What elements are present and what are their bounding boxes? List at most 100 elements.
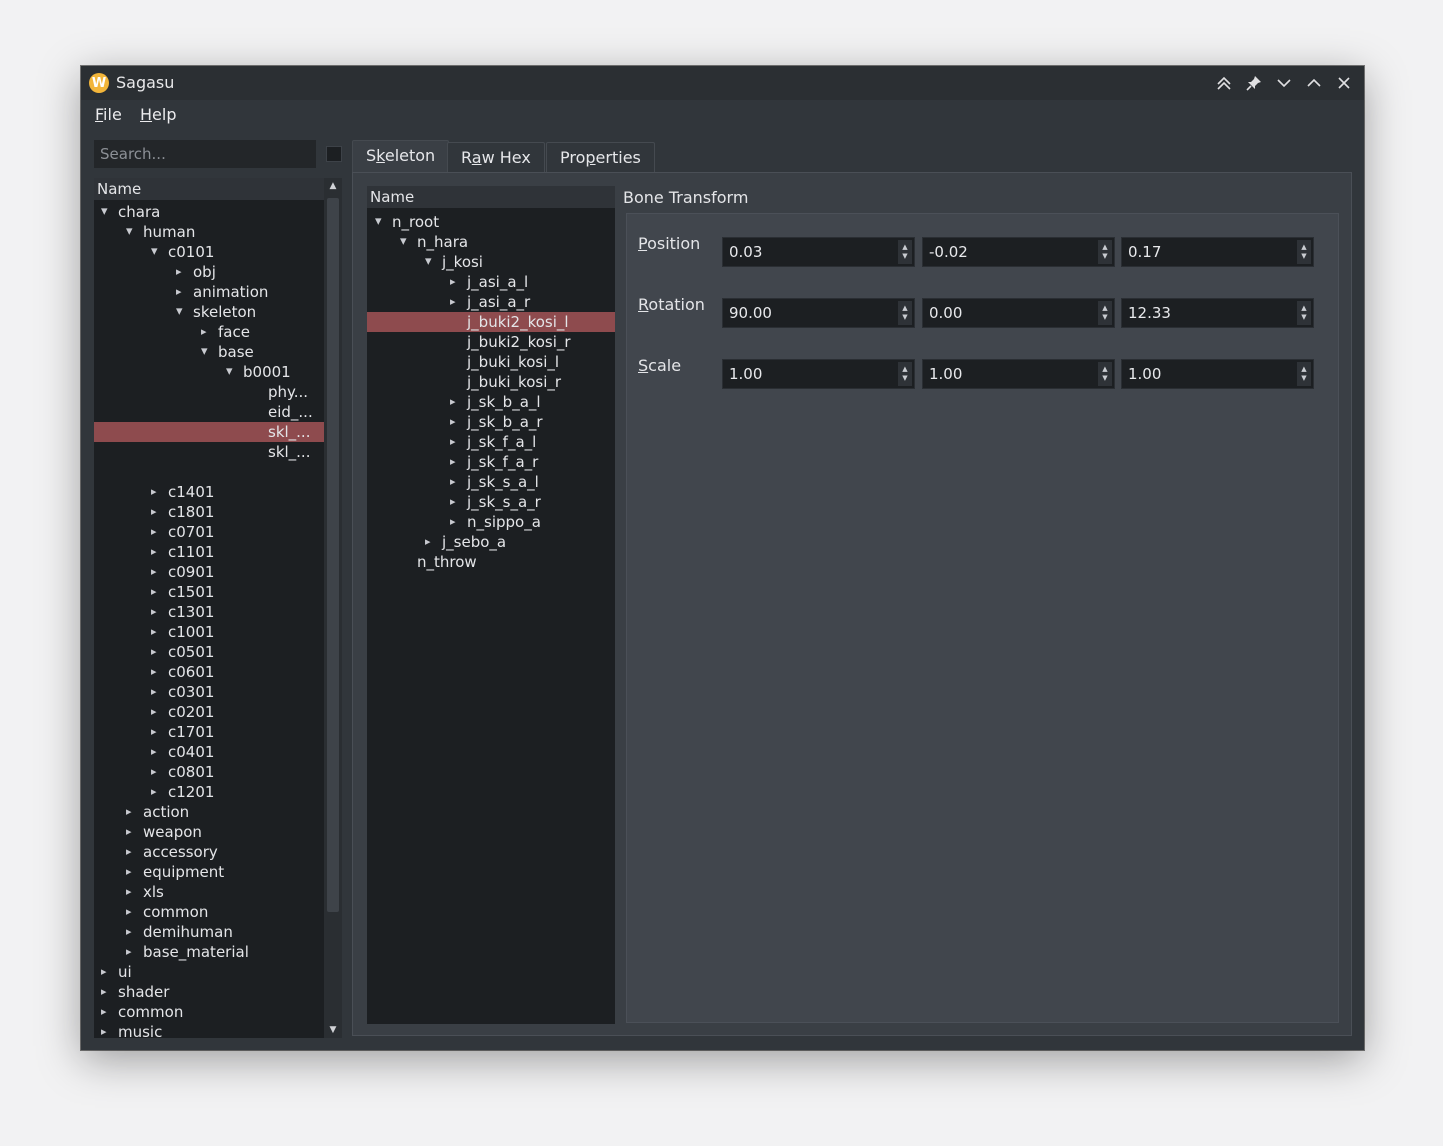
collapsed-arrow-icon[interactable]: ▸ — [151, 642, 157, 662]
skeleton-tree[interactable]: Name ▾ n_root ▾ n_hara ▾ j_kosi ▸ j_asi_a_l ▸ j_a… — [367, 186, 615, 1024]
tab-skeleton[interactable]: Skeleton — [352, 140, 450, 172]
skeleton-tree-row[interactable]: ▸ j_sk_b_a_r — [367, 412, 615, 432]
skeleton-tree-row[interactable]: j_buki_kosi_r — [367, 372, 615, 392]
skeleton-tree-row[interactable]: ▸ j_sk_f_a_r — [367, 452, 615, 472]
file-tree-row[interactable]: ▸ c0401 — [94, 742, 324, 762]
collapsed-arrow-icon[interactable]: ▸ — [151, 682, 157, 702]
skeleton-tree-row[interactable]: j_buki2_kosi_l — [367, 312, 615, 332]
collapsed-arrow-icon[interactable]: ▸ — [151, 482, 157, 502]
spin-down-icon[interactable]: ▼ — [902, 313, 907, 322]
collapsed-arrow-icon[interactable]: ▸ — [450, 432, 456, 452]
search-input[interactable] — [94, 140, 316, 168]
collapsed-arrow-icon[interactable]: ▸ — [126, 882, 132, 902]
collapsed-arrow-icon[interactable]: ▸ — [101, 982, 107, 1002]
position-x-spinbox[interactable]: ▲▼ — [722, 237, 915, 267]
expanded-arrow-icon[interactable]: ▾ — [126, 222, 133, 242]
position-z-input[interactable] — [1122, 238, 1304, 266]
spin-buttons[interactable]: ▲ ▼ — [1098, 240, 1112, 264]
collapsed-arrow-icon[interactable]: ▸ — [151, 542, 157, 562]
skeleton-tree-row[interactable]: ▸ j_sk_b_a_l — [367, 392, 615, 412]
spin-buttons[interactable]: ▲ ▼ — [1297, 240, 1311, 264]
file-tree-row[interactable]: ▸ common — [94, 902, 324, 922]
collapsed-arrow-icon[interactable]: ▸ — [450, 292, 456, 312]
file-tree-row[interactable]: ▸ c1801 — [94, 502, 324, 522]
skeleton-tree-row[interactable]: j_buki_kosi_l — [367, 352, 615, 372]
file-tree-row[interactable]: ▸ obj — [94, 262, 324, 282]
spin-down-icon[interactable]: ▼ — [902, 252, 907, 261]
keep-above-button[interactable] — [1212, 71, 1236, 95]
rotation-x-spinbox[interactable]: ▲▼ — [722, 298, 915, 328]
spin-buttons[interactable]: ▲ ▼ — [898, 301, 912, 325]
collapsed-arrow-icon[interactable]: ▸ — [151, 622, 157, 642]
scroll-down-icon[interactable]: ▼ — [324, 1022, 342, 1038]
expanded-arrow-icon[interactable]: ▾ — [400, 232, 407, 252]
file-tree-row[interactable]: ▸ base_material — [94, 942, 324, 962]
rotation-z-spinbox[interactable]: ▲▼ — [1121, 298, 1314, 328]
collapsed-arrow-icon[interactable]: ▸ — [151, 722, 157, 742]
file-tree-row[interactable]: ▸ demihuman — [94, 922, 324, 942]
collapsed-arrow-icon[interactable]: ▸ — [151, 742, 157, 762]
file-tree-row[interactable]: ▸ common — [94, 1002, 324, 1022]
file-tree-row[interactable]: ▸ c1301 — [94, 602, 324, 622]
file-tree-header[interactable]: Name — [94, 178, 324, 200]
expanded-arrow-icon[interactable]: ▾ — [176, 302, 183, 322]
collapsed-arrow-icon[interactable]: ▸ — [126, 922, 132, 942]
file-tree-row[interactable]: ▸ c0901 — [94, 562, 324, 582]
collapsed-arrow-icon[interactable]: ▸ — [126, 802, 132, 822]
spin-down-icon[interactable]: ▼ — [1301, 374, 1306, 383]
spin-up-icon[interactable]: ▲ — [1102, 304, 1107, 313]
file-tree-row[interactable]: ▾ c0101 — [94, 242, 324, 262]
skeleton-tree-row[interactable]: ▾ n_hara — [367, 232, 615, 252]
file-tree-row[interactable]: ▸ face — [94, 322, 324, 342]
file-tree-row[interactable]: ▸ c1001 — [94, 622, 324, 642]
position-y-input[interactable] — [923, 238, 1105, 266]
position-z-spinbox[interactable]: ▲▼ — [1121, 237, 1314, 267]
spin-buttons[interactable]: ▲ ▼ — [1297, 301, 1311, 325]
spin-up-icon[interactable]: ▲ — [1301, 304, 1306, 313]
collapsed-arrow-icon[interactable]: ▸ — [450, 392, 456, 412]
spin-up-icon[interactable]: ▲ — [902, 304, 907, 313]
expanded-arrow-icon[interactable]: ▾ — [375, 212, 382, 232]
file-tree-row[interactable]: ▾ b0001 — [94, 362, 324, 382]
pin-button[interactable] — [1242, 71, 1266, 95]
collapsed-arrow-icon[interactable]: ▸ — [126, 942, 132, 962]
spin-down-icon[interactable]: ▼ — [902, 374, 907, 383]
file-tree-row[interactable]: ▸ c0501 — [94, 642, 324, 662]
collapsed-arrow-icon[interactable]: ▸ — [151, 662, 157, 682]
file-tree-row[interactable]: ▸ c1701 — [94, 722, 324, 742]
skeleton-tree-row[interactable]: ▾ j_kosi — [367, 252, 615, 272]
collapsed-arrow-icon[interactable]: ▸ — [126, 822, 132, 842]
collapsed-arrow-icon[interactable]: ▸ — [151, 562, 157, 582]
collapsed-arrow-icon[interactable]: ▸ — [425, 532, 431, 552]
collapsed-arrow-icon[interactable]: ▸ — [450, 452, 456, 472]
file-tree-row[interactable]: ▾ chara — [94, 202, 324, 222]
rotation-z-input[interactable] — [1122, 299, 1304, 327]
scale-z-spinbox[interactable]: ▲▼ — [1121, 359, 1314, 389]
scale-y-spinbox[interactable]: ▲▼ — [922, 359, 1115, 389]
skeleton-tree-row[interactable]: n_throw — [367, 552, 615, 572]
title-bar[interactable]: W Sagasu — [81, 66, 1364, 100]
spin-buttons[interactable]: ▲ ▼ — [1098, 362, 1112, 386]
file-tree-row[interactable]: ▸ animation — [94, 282, 324, 302]
scale-z-input[interactable] — [1122, 360, 1304, 388]
file-tree-row[interactable]: ▸ c0601 — [94, 662, 324, 682]
file-tree-row[interactable] — [94, 462, 324, 482]
collapsed-arrow-icon[interactable]: ▸ — [101, 1022, 107, 1038]
spin-down-icon[interactable]: ▼ — [1301, 252, 1306, 261]
spin-buttons[interactable]: ▲ ▼ — [1297, 362, 1311, 386]
collapsed-arrow-icon[interactable]: ▸ — [450, 412, 456, 432]
scale-y-input[interactable] — [923, 360, 1105, 388]
expanded-arrow-icon[interactable]: ▾ — [425, 252, 432, 272]
file-tree-row[interactable]: ▸ c1401 — [94, 482, 324, 502]
skeleton-tree-header[interactable]: Name — [367, 186, 615, 208]
rotation-y-spinbox[interactable]: ▲▼ — [922, 298, 1115, 328]
collapsed-arrow-icon[interactable]: ▸ — [151, 762, 157, 782]
expanded-arrow-icon[interactable]: ▾ — [151, 242, 158, 262]
file-tree-row[interactable]: ▸ c0201 — [94, 702, 324, 722]
collapsed-arrow-icon[interactable]: ▸ — [450, 272, 456, 292]
file-tree-scrollbar[interactable]: ▲ ▼ — [324, 178, 342, 1038]
tab-raw-hex[interactable]: Raw Hex — [447, 142, 545, 172]
skeleton-tree-row[interactable]: ▾ n_root — [367, 212, 615, 232]
expanded-arrow-icon[interactable]: ▾ — [201, 342, 208, 362]
collapsed-arrow-icon[interactable]: ▸ — [126, 842, 132, 862]
